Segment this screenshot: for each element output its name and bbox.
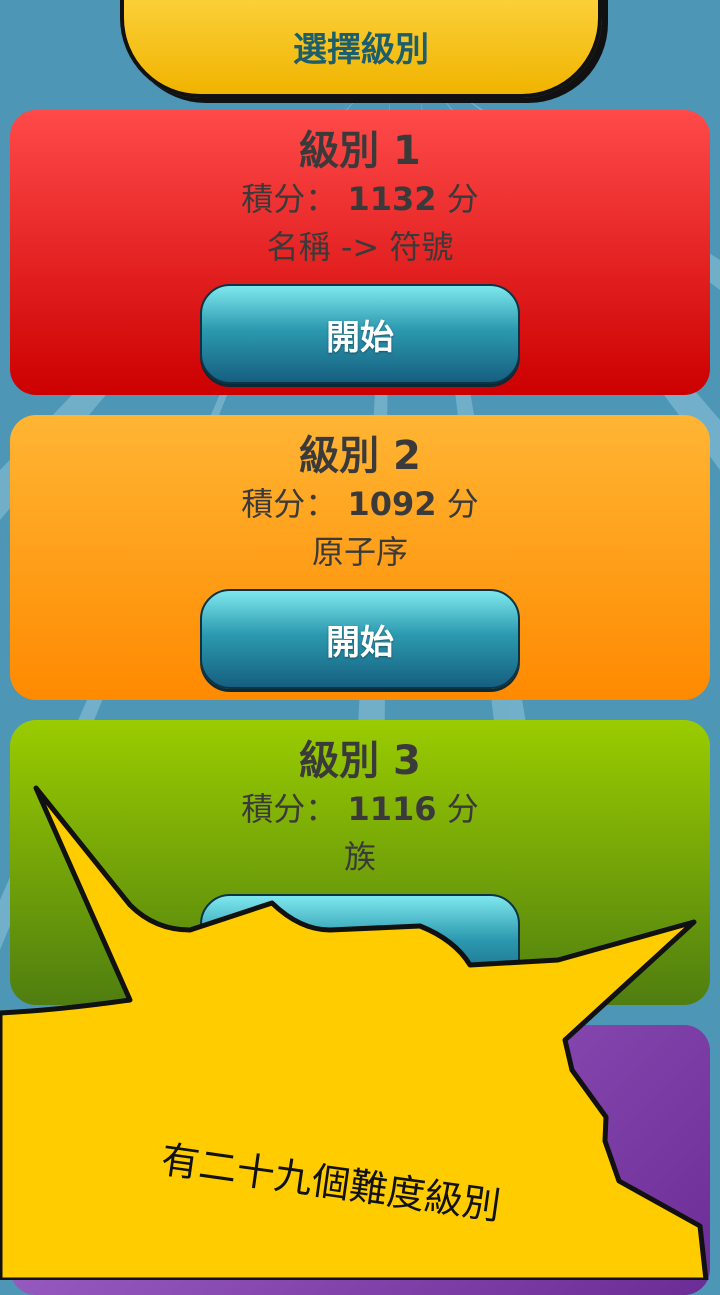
level-card-1: 級別 1 積分： 1132 分 名稱 -> 符號 開始 (10, 110, 710, 395)
level-title: 級別 2 (299, 433, 421, 479)
score-value: 1092 (347, 485, 437, 523)
level-score: 積分： 1132 分 (10, 174, 710, 220)
score-label: 積分： (241, 180, 338, 218)
level-mode: 名稱 -> 符號 (266, 228, 454, 266)
level-title: 級別 1 (299, 128, 421, 174)
score-label: 積分： (241, 485, 338, 523)
score-value: 1132 (347, 180, 437, 218)
header-banner: 選擇級別 (120, 0, 602, 98)
score-unit: 分 (446, 485, 479, 523)
page-title: 選擇級別 (293, 30, 429, 70)
score-unit: 分 (446, 180, 479, 218)
level-card-2: 級別 2 積分： 1092 分 原子序 開始 (10, 415, 710, 700)
start-button-level-2[interactable]: 開始 (200, 589, 520, 689)
start-button-level-1[interactable]: 開始 (200, 284, 520, 384)
level-mode: 原子序 (311, 533, 408, 571)
level-score: 積分： 1092 分 (10, 479, 710, 525)
